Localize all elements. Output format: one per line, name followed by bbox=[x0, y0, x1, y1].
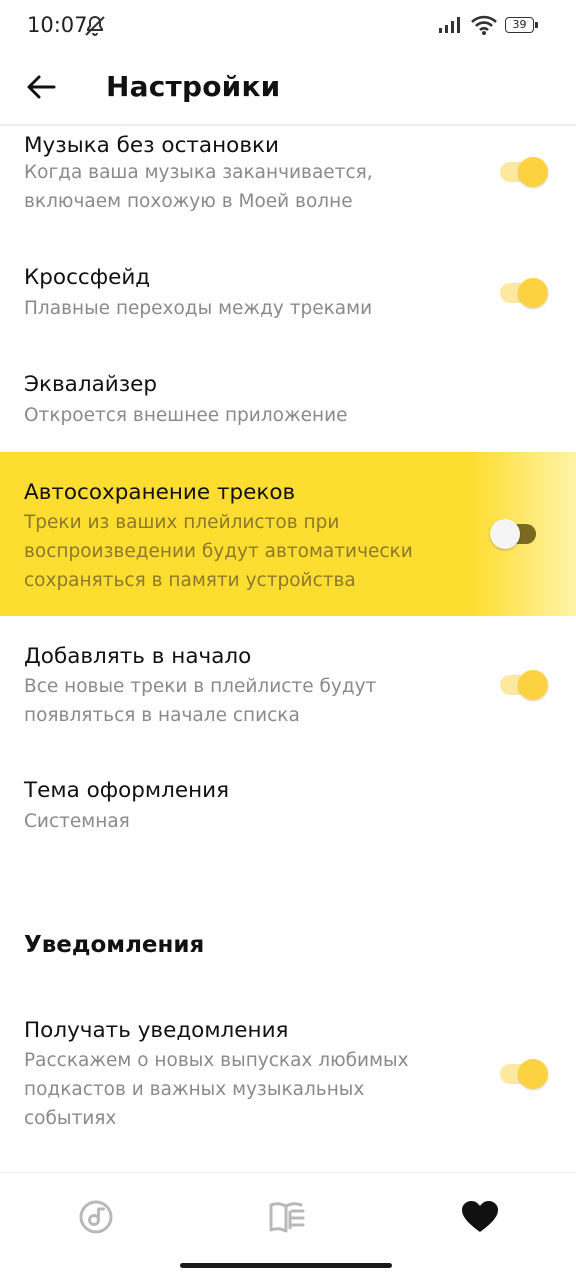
setting-title: Музыка без остановки bbox=[24, 133, 279, 158]
setting-description: Плавные переходы между треками bbox=[24, 298, 373, 319]
autosave-tracks-toggle[interactable] bbox=[490, 517, 548, 551]
add-to-start-toggle[interactable] bbox=[500, 668, 548, 702]
nav-item-music[interactable] bbox=[72, 1195, 120, 1239]
battery-icon: 39 bbox=[505, 17, 538, 33]
music-disc-icon bbox=[79, 1200, 113, 1234]
setting-crossfade[interactable]: Кроссфейд Плавные переходы между треками bbox=[0, 252, 576, 332]
mute-off-icon bbox=[83, 14, 107, 43]
setting-title: Эквалайзер bbox=[24, 372, 158, 397]
toggle-thumb bbox=[518, 278, 548, 308]
heart-icon bbox=[462, 1201, 498, 1232]
setting-autosave-tracks[interactable]: Автосохранение треков Треки из ваших пле… bbox=[0, 452, 576, 616]
toggle-thumb bbox=[490, 519, 520, 549]
notifications-toggle[interactable] bbox=[500, 1057, 548, 1091]
setting-equalizer[interactable]: Эквалайзер Откроется внешнее приложение bbox=[0, 360, 576, 440]
page-title: Настройки bbox=[106, 70, 281, 103]
toggle-thumb bbox=[518, 157, 548, 187]
app-bar: Настройки bbox=[0, 52, 576, 124]
setting-description: Откроется внешнее приложение bbox=[24, 405, 348, 426]
setting-add-to-start[interactable]: Добавлять в начало Все новые треки в пле… bbox=[0, 630, 576, 740]
setting-continuous-music[interactable]: Музыка без остановки Когда ваша музыка з… bbox=[0, 127, 576, 227]
setting-title: Добавлять в начало bbox=[24, 644, 252, 669]
setting-description: Расскажем о новых выпусках любимых подка… bbox=[24, 1050, 409, 1129]
nav-item-favorites[interactable] bbox=[456, 1195, 504, 1239]
setting-title: Получать уведомления bbox=[24, 1018, 289, 1043]
setting-description: Все новые треки в плейлисте будут появля… bbox=[24, 676, 377, 726]
signal-icon bbox=[438, 16, 464, 39]
section-heading-notifications: Уведомления bbox=[24, 932, 205, 958]
status-bar: 10:07 39 bbox=[0, 0, 576, 52]
setting-title: Автосохранение треков bbox=[24, 480, 296, 505]
toggle-thumb bbox=[518, 670, 548, 700]
status-time: 10:07 bbox=[27, 13, 88, 37]
setting-receive-notifications[interactable]: Получать уведомления Расскажем о новых в… bbox=[0, 1004, 576, 1134]
setting-title: Кроссфейд bbox=[24, 265, 151, 290]
nav-item-podcasts[interactable] bbox=[264, 1195, 312, 1239]
setting-description: Когда ваша музыка заканчивается, включае… bbox=[24, 162, 373, 212]
wifi-icon bbox=[470, 14, 498, 41]
setting-description: Системная bbox=[24, 811, 130, 832]
arrow-left-icon bbox=[27, 75, 56, 99]
podcasts-book-icon bbox=[269, 1202, 305, 1233]
back-button[interactable] bbox=[18, 64, 64, 110]
setting-title: Тема оформления bbox=[24, 778, 230, 803]
crossfade-toggle[interactable] bbox=[500, 276, 548, 310]
setting-theme[interactable]: Тема оформления Системная bbox=[0, 765, 576, 845]
continuous-music-toggle[interactable] bbox=[500, 155, 548, 189]
setting-description: Треки из ваших плейлистов при воспроизве… bbox=[24, 512, 413, 591]
toggle-thumb bbox=[518, 1059, 548, 1089]
home-indicator[interactable] bbox=[180, 1263, 392, 1268]
